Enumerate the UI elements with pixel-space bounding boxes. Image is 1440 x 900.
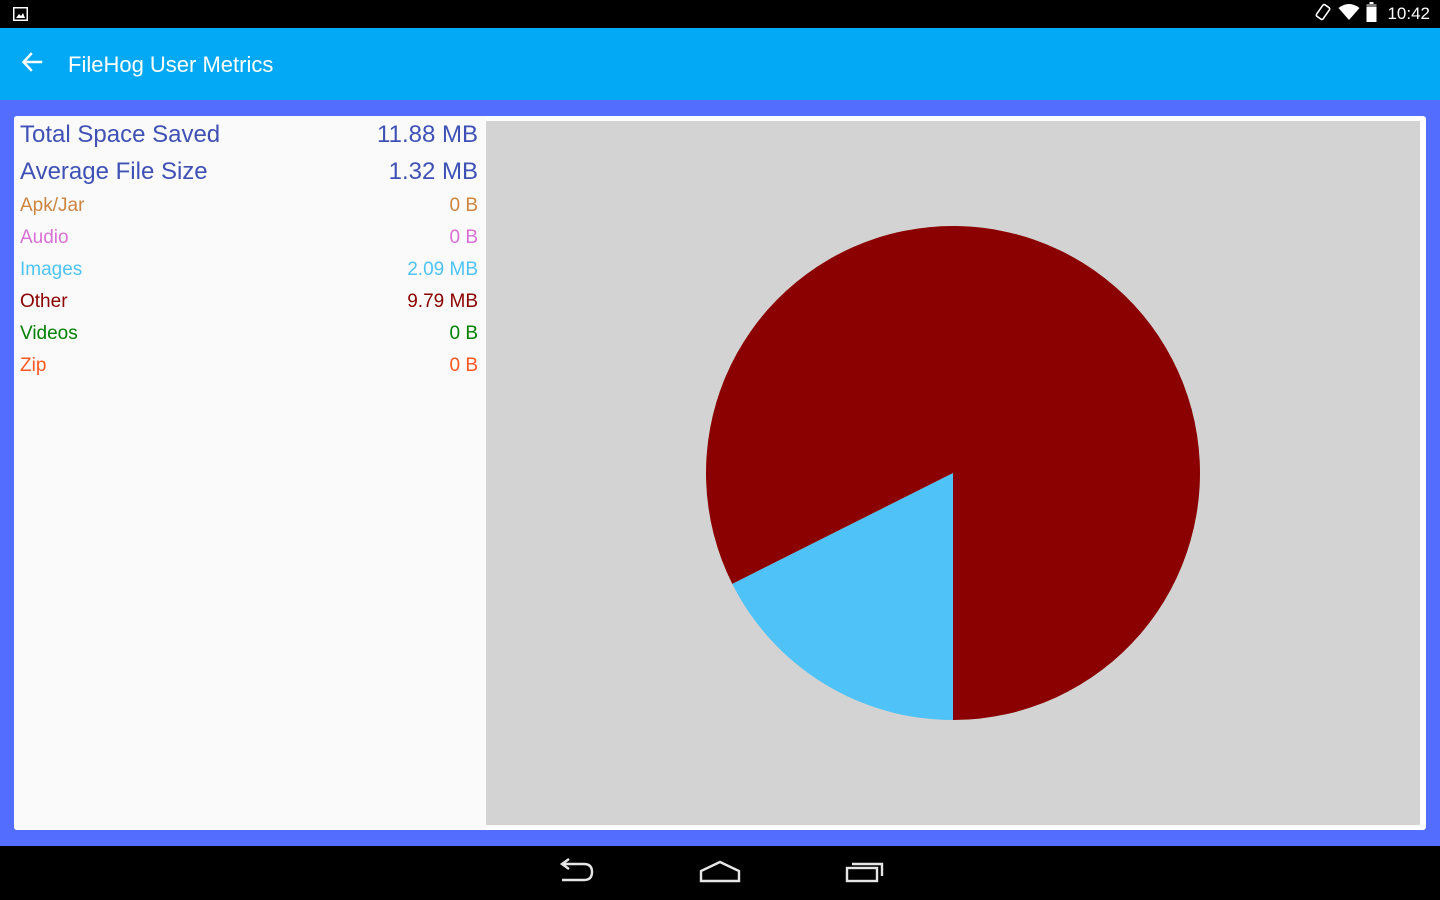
category-value: 9.79 MB — [407, 291, 478, 312]
picture-icon — [13, 7, 28, 21]
back-nav-icon — [556, 857, 596, 889]
category-label: Audio — [20, 227, 69, 248]
total-space-saved-row: Total Space Saved 11.88 MB — [20, 117, 478, 153]
arrow-left-icon — [21, 51, 43, 78]
category-row-audio: Audio 0 B — [20, 223, 478, 253]
category-row-other: Other 9.79 MB — [20, 287, 478, 317]
category-row-zip: Zip 0 B — [20, 351, 478, 381]
nav-recents-button[interactable] — [841, 858, 889, 888]
category-value: 0 B — [449, 323, 478, 344]
content-area: Total Space Saved 11.88 MB Average File … — [0, 100, 1440, 846]
app-bar: FileHog User Metrics — [0, 28, 1440, 100]
status-bar: 10:42 — [0, 0, 1440, 28]
pie-chart — [486, 121, 1420, 825]
category-label: Other — [20, 291, 68, 312]
recents-nav-icon — [844, 858, 886, 889]
category-label: Apk/Jar — [20, 195, 85, 216]
status-time: 10:42 — [1387, 4, 1430, 23]
category-label: Zip — [20, 355, 47, 376]
category-row-images: Images 2.09 MB — [20, 255, 478, 285]
category-row-apk-jar: Apk/Jar 0 B — [20, 191, 478, 221]
average-file-size-label: Average File Size — [20, 158, 208, 185]
pie-chart-svg — [705, 226, 1200, 720]
category-label: Videos — [20, 323, 78, 344]
nav-home-button[interactable] — [696, 858, 744, 888]
home-nav-icon — [699, 859, 741, 888]
battery-icon — [1366, 1, 1377, 27]
average-file-size-row: Average File Size 1.32 MB — [20, 154, 478, 190]
metrics-card: Total Space Saved 11.88 MB Average File … — [14, 116, 1426, 830]
category-label: Images — [20, 259, 83, 280]
category-value: 2.09 MB — [407, 259, 478, 280]
total-space-saved-label: Total Space Saved — [20, 121, 221, 148]
rotate-icon — [1314, 3, 1332, 26]
total-space-saved-value: 11.88 MB — [377, 121, 478, 148]
status-icons: 10:42 — [1314, 0, 1430, 28]
metrics-panel: Total Space Saved 11.88 MB Average File … — [14, 116, 486, 830]
category-row-videos: Videos 0 B — [20, 319, 478, 349]
category-value: 0 B — [449, 195, 478, 216]
back-button[interactable] — [14, 46, 50, 82]
average-file-size-value: 1.32 MB — [388, 158, 478, 185]
category-value: 0 B — [449, 227, 478, 248]
category-value: 0 B — [449, 355, 478, 376]
navigation-bar — [0, 846, 1440, 900]
nav-back-button[interactable] — [552, 857, 600, 889]
wifi-icon — [1338, 3, 1360, 26]
page-title: FileHog User Metrics — [68, 52, 274, 77]
